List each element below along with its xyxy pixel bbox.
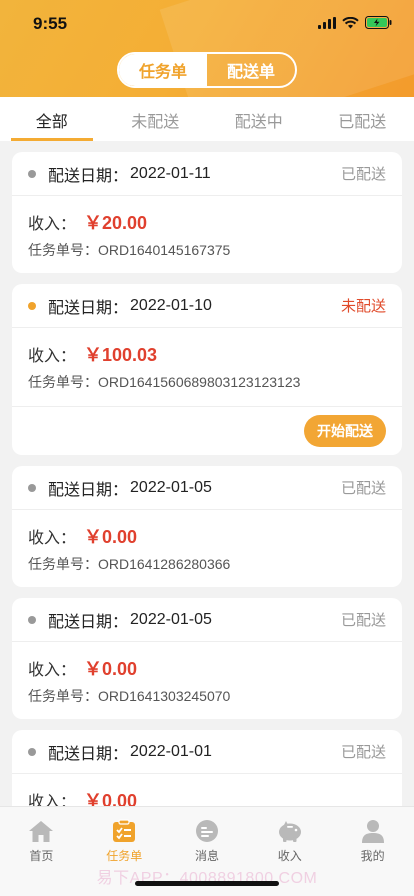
order-card-footer: 开始配送 [12,406,402,454]
tab-delivering[interactable]: 配送中 [207,97,311,141]
status-dot [28,615,36,624]
delivery-date: 2022-01-11 [130,164,211,182]
user-icon [361,820,384,843]
date-label: 配送日期： [48,299,129,317]
status-tabs: 全部 未配送 配送中 已配送 [0,97,414,141]
tabbar-label: 任务单 [106,849,143,863]
status-dot [28,483,36,492]
task-list-icon [113,819,136,842]
order-number: ORD16415606898031231231​23 [98,374,301,390]
date-label: 配送日期： [48,613,129,631]
piggy-bank-icon [278,821,301,842]
status-bar: 9:55 [0,0,414,48]
delivery-date: 2022-01-05 [130,478,212,496]
order-type-switch: 任务单 配送单 [117,52,297,88]
order-status: 已配送 [340,744,386,761]
wifi-icon [342,16,359,28]
order-card-header: 配送日期： 2022-01-01 已配送 [12,730,402,774]
income-label: 收入： [28,216,77,233]
income-label: 收入： [28,530,77,547]
status-dot [28,301,36,310]
date-label: 配送日期： [48,167,129,185]
delivery-date: 2022-01-10 [130,296,212,314]
tabbar-label: 我的 [360,849,385,863]
home-indicator [135,881,279,886]
tab-all[interactable]: 全部 [0,97,104,141]
order-card-header: 配送日期： 2022-01-10 未配送 [12,284,402,328]
message-icon [195,820,218,842]
segment-delivery-order[interactable]: 配送单 [207,54,295,86]
tabbar-label: 首页 [29,849,54,863]
order-number: ORD1641303245070 [98,688,231,704]
income-amount: ￥20.00 [84,213,148,233]
order-number-label: 任务单号： [28,374,98,390]
tab-delivered[interactable]: 已配送 [311,97,414,141]
income-amount: ￥0.00 [84,791,138,806]
order-number-label: 任务单号： [28,688,98,704]
order-card-header: 配送日期： 2022-01-05 已配送 [12,598,402,642]
income-amount: ￥0.00 [84,659,138,679]
income-amount: ￥0.00 [84,527,138,547]
delivery-date: 2022-01-01 [130,742,212,760]
order-card[interactable]: 配送日期： 2022-01-11 已配送 收入： ￥20.00 任务单号： ORD1… [12,152,402,273]
battery-icon [365,16,392,29]
order-card-header: 配送日期： 2022-01-11 已配送 [12,152,402,196]
income-label: 收入： [28,794,77,806]
order-status: 已配送 [340,612,386,629]
tabbar-label: 收入 [277,849,302,863]
tab-undelivered[interactable]: 未配送 [104,97,208,141]
income-amount: ￥100.03 [84,345,158,365]
signal-icon [318,16,336,29]
order-card[interactable]: 配送日期： 2022-01-05 已配送 收入： ￥0.00 任务单号： ORD16… [12,598,402,719]
status-time: 9:55 [33,14,68,33]
status-icons [318,16,392,29]
status-dot [28,169,36,178]
order-list[interactable]: 配送日期： 2022-01-11 已配送 收入： ￥20.00 任务单号： ORD1… [0,141,414,806]
order-status: 已配送 [340,166,386,183]
home-icon [29,821,54,842]
order-card-header: 配送日期： 2022-01-05 已配送 [12,466,402,510]
start-delivery-button[interactable]: 开始配送 [304,414,386,447]
date-label: 配送日期： [48,745,129,763]
delivery-date: 2022-01-05 [130,610,212,628]
order-card[interactable]: 配送日期： 2022-01-05 已配送 收入： ￥0.00 任务单号： ORD16… [12,466,402,587]
order-number-label: 任务单号： [28,242,98,258]
order-card[interactable]: 配送日期： 2022-01-01 已配送 收入： ￥0.00 [12,730,402,806]
order-number: ORD1641286280366 [98,556,231,572]
order-card[interactable]: 配送日期： 2022-01-10 未配送 收入： ￥100.03 任务单号： ORD… [12,284,402,455]
segment-task-order[interactable]: 任务单 [119,54,207,86]
status-dot [28,747,36,756]
order-status: 已配送 [340,480,386,497]
tabbar-label: 消息 [194,849,219,863]
order-number: ORD1640145167375 [98,242,231,258]
order-status: 未配送 [340,298,386,315]
date-label: 配送日期： [48,481,129,499]
income-label: 收入： [28,348,77,365]
order-number-label: 任务单号： [28,556,98,572]
income-label: 收入： [28,662,77,679]
